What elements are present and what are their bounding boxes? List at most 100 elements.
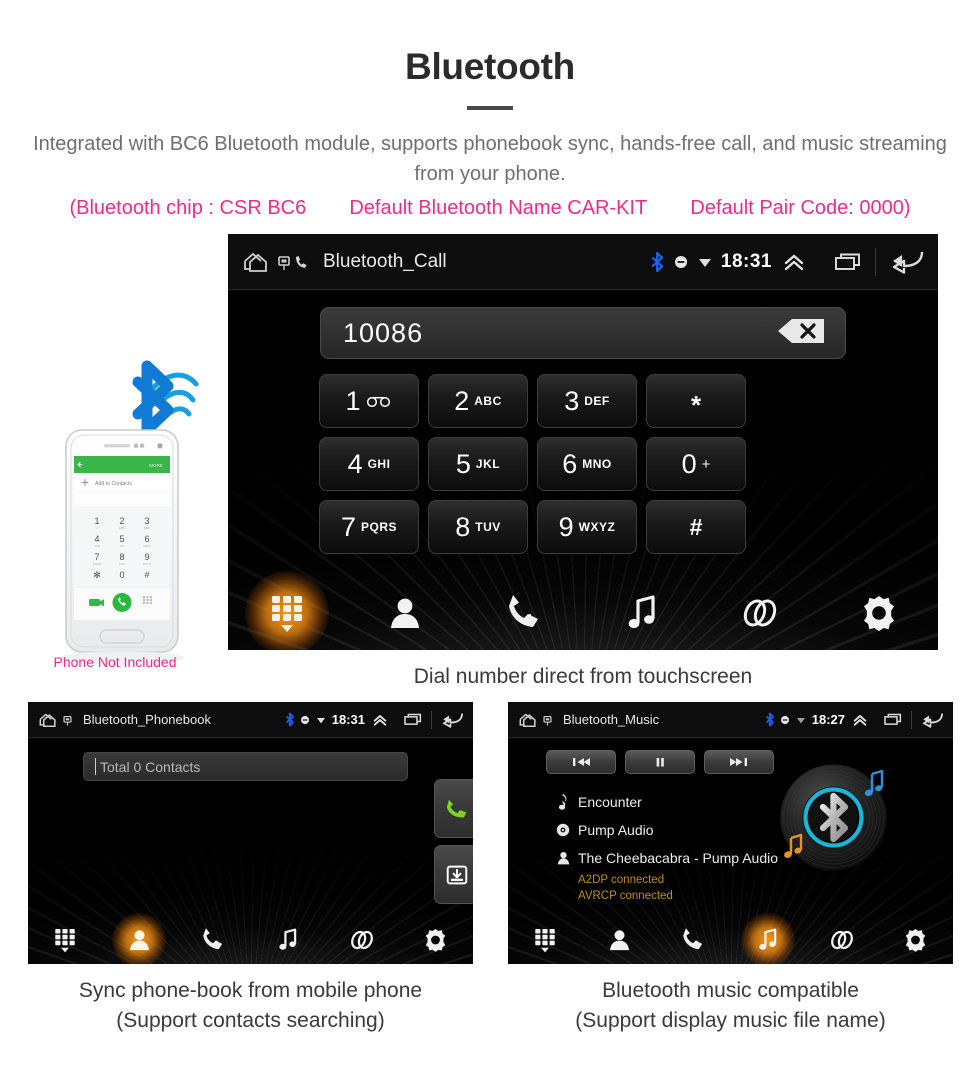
- spec-bluetooth-name: Default Bluetooth Name CAR-KIT: [349, 197, 648, 219]
- svg-text:ABC: ABC: [119, 526, 126, 530]
- svg-text:JKL: JKL: [119, 544, 125, 548]
- svg-text:+: +: [121, 580, 123, 584]
- title-divider: [467, 106, 513, 110]
- phonebook-caption-line1: Sync phone-book from mobile phone: [78, 979, 423, 1002]
- backspace-button[interactable]: [775, 316, 827, 351]
- recent-apps-icon[interactable]: [883, 712, 903, 727]
- next-button[interactable]: [704, 750, 774, 774]
- home-icon[interactable]: [38, 711, 62, 729]
- spec-pair-code: Default Pair Code: 0000): [690, 197, 911, 219]
- double-chevron-up-icon[interactable]: [371, 712, 389, 728]
- album-row: Pump Audio: [552, 816, 778, 844]
- music-icon: [628, 595, 655, 629]
- bluetooth-icon: [651, 251, 663, 272]
- album-icon: [556, 823, 570, 837]
- key-7[interactable]: 7 PQRS: [319, 500, 419, 554]
- album-artwork: [776, 760, 891, 875]
- pause-button[interactable]: [625, 750, 695, 774]
- add-to-contacts-label: Add to Contacts: [95, 481, 132, 487]
- contacts-count-label: Total 0 Contacts: [100, 758, 201, 775]
- phone-not-included-note: Phone Not Included: [53, 654, 177, 670]
- key-4[interactable]: 4 GHI: [319, 437, 419, 491]
- gear-icon: [906, 928, 926, 952]
- recent-apps-icon[interactable]: [403, 712, 423, 727]
- nav-music[interactable]: [251, 927, 325, 953]
- bluetooth-music-screen: Bluetooth_Music 18:27 Encounter Pump Aud…: [508, 702, 953, 964]
- phone-call-button: [112, 593, 132, 612]
- bluetooth-vinyl-icon: [780, 764, 887, 871]
- backspace-icon: [778, 318, 824, 343]
- double-chevron-up-icon[interactable]: [781, 250, 807, 274]
- home-icon[interactable]: [242, 249, 276, 275]
- nav-pair-link[interactable]: [325, 928, 399, 952]
- nav-pair-link[interactable]: [701, 595, 819, 631]
- call-icon: [446, 799, 467, 817]
- key-2[interactable]: 2 ABC: [428, 374, 528, 428]
- back-icon[interactable]: [920, 711, 946, 729]
- a2dp-status: A2DP connected: [578, 874, 665, 886]
- bluetooth-call-screen: Bluetooth_Call 18:31 10086 1 2 ABC 3 DEF…: [228, 234, 938, 650]
- key-3[interactable]: 3 DEF: [537, 374, 637, 428]
- key-8[interactable]: 8 TUV: [428, 500, 528, 554]
- back-icon[interactable]: [440, 711, 466, 729]
- nav-settings[interactable]: [879, 927, 953, 953]
- contacts-icon: [609, 930, 629, 951]
- phonebook-call-button[interactable]: [434, 779, 473, 838]
- album-name: Pump Audio: [578, 822, 654, 838]
- nav-settings[interactable]: [820, 593, 938, 633]
- home-icon[interactable]: [518, 711, 542, 729]
- key-9[interactable]: 9 WXYZ: [537, 500, 637, 554]
- key-star[interactable]: *: [646, 374, 746, 428]
- dial-input[interactable]: 10086: [320, 307, 846, 359]
- nav-contacts[interactable]: [346, 594, 464, 632]
- phonebook-sync-button[interactable]: [434, 845, 473, 904]
- nav-music[interactable]: [583, 593, 701, 633]
- screen-title: Bluetooth_Phonebook: [83, 712, 211, 727]
- sdcard-icon: [63, 715, 72, 725]
- keypad-row: 4 GHI 5 JKL 6 MNO 0 +: [319, 437, 847, 491]
- nav-call-history[interactable]: [176, 927, 250, 953]
- call-history-icon: [508, 595, 538, 627]
- key-0[interactable]: 0 +: [646, 437, 746, 491]
- key-5[interactable]: 5 JKL: [428, 437, 528, 491]
- svg-text:6: 6: [144, 534, 149, 544]
- svg-text:GHI: GHI: [94, 544, 100, 548]
- contacts-search-input[interactable]: Total 0 Contacts: [83, 752, 408, 781]
- bluetooth-icon: [765, 712, 774, 727]
- bluetooth-icon: [285, 712, 294, 727]
- nav-pair-link[interactable]: [805, 928, 879, 952]
- nav-contacts[interactable]: [582, 927, 656, 953]
- double-chevron-up-icon[interactable]: [851, 712, 869, 728]
- nav-call-history[interactable]: [656, 927, 730, 953]
- svg-text:DEF: DEF: [144, 526, 150, 530]
- nav-keypad[interactable]: [28, 926, 102, 954]
- back-icon[interactable]: [888, 249, 928, 275]
- nav-call-history[interactable]: [465, 593, 583, 633]
- skip-next-icon: [730, 758, 747, 766]
- key-1[interactable]: 1: [319, 374, 419, 428]
- status-bar: Bluetooth_Phonebook 18:31: [28, 702, 473, 738]
- link-icon: [830, 930, 853, 950]
- key-hash[interactable]: #: [646, 500, 746, 554]
- artist-row: The Cheebacabra - Pump Audio: [552, 844, 778, 872]
- phone-more-label: MORE: [149, 463, 163, 468]
- svg-text:8: 8: [119, 552, 124, 562]
- nav-keypad[interactable]: [228, 571, 346, 650]
- key-6[interactable]: 6 MNO: [537, 437, 637, 491]
- sdcard-icon: [278, 255, 290, 270]
- status-bar: Bluetooth_Music 18:27: [508, 702, 953, 738]
- voicemail-icon: [366, 396, 390, 408]
- nav-keypad[interactable]: [508, 926, 582, 954]
- signal-icon: [796, 717, 805, 723]
- nav-contacts[interactable]: [102, 913, 176, 964]
- link-icon: [744, 599, 777, 627]
- svg-text:✻: ✻: [93, 570, 101, 580]
- status-clock: 18:31: [720, 250, 772, 272]
- artist-icon: [557, 851, 569, 865]
- nav-music[interactable]: [731, 913, 805, 964]
- previous-button[interactable]: [546, 750, 616, 774]
- contacts-icon: [391, 598, 420, 628]
- recent-apps-icon[interactable]: [833, 251, 863, 273]
- music-icon: [758, 928, 776, 950]
- nav-settings[interactable]: [399, 927, 473, 953]
